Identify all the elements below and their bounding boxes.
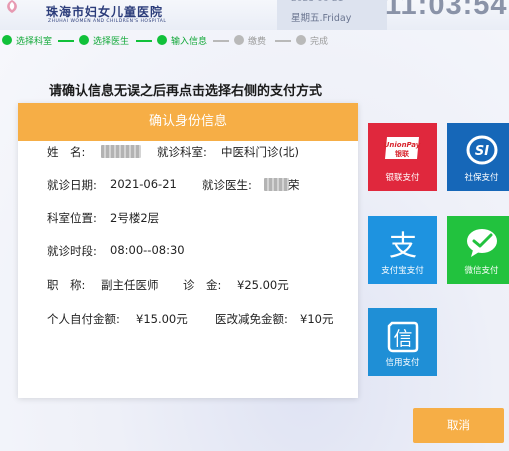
step-label: 选择科室	[16, 37, 53, 47]
patient-name-redacted	[101, 145, 141, 158]
hospital-name: 珠海市妇女儿童医院	[46, 5, 164, 19]
clock-time: 11:03:54	[385, 0, 508, 21]
alipay-icon: 支	[388, 229, 416, 260]
self-pay-label: 个人自付金额:	[47, 312, 120, 326]
time-value: 08:00--08:30	[110, 243, 185, 257]
hospital-name-en: ZHUHAI WOMEN AND CHILDREN'S HOSPITAL	[48, 19, 167, 24]
svg-text:支: 支	[388, 229, 416, 260]
svg-text:UnionPay: UnionPay	[383, 141, 420, 149]
date-label: 就诊日期:	[47, 178, 97, 192]
step-label: 输入信息	[171, 37, 208, 47]
step-label: 缴费	[248, 37, 267, 47]
name-label: 姓 名:	[47, 145, 86, 159]
wechat-pay-button[interactable]: 微信支付	[447, 216, 509, 284]
step-dot-icon	[79, 35, 89, 45]
step-dot-icon	[296, 35, 306, 45]
step-connector	[136, 40, 152, 42]
date-value: 2021-06-21	[110, 177, 177, 191]
time-label: 就诊时段:	[47, 244, 97, 258]
doctor-label: 就诊医生:	[202, 178, 252, 192]
credit-pay-button[interactable]: 信 信用支付	[368, 308, 437, 376]
credit-pay-icon: 信	[387, 321, 418, 353]
cancel-button[interactable]: 取消	[413, 408, 504, 443]
step-label: 选择医生	[93, 37, 130, 47]
dept-label: 就诊科室:	[157, 145, 207, 159]
hospital-logo-icon	[7, 0, 17, 13]
step-connector	[213, 40, 229, 42]
card-title: 确认身份信息	[18, 103, 358, 141]
alipay-label: 支付宝支付	[381, 266, 424, 276]
reduction-value: ¥10元	[300, 312, 334, 326]
location-value: 2号楼2层	[110, 211, 160, 225]
step-connector	[58, 40, 74, 42]
fee-value: ¥25.00元	[237, 278, 289, 292]
dept-value: 中医科门诊(北)	[221, 145, 299, 159]
header-bar: 珠海市妇女儿童医院 ZHUHAI WOMEN AND CHILDREN'S HO…	[0, 0, 509, 30]
unionpay-icon: UnionPay 银联	[383, 137, 420, 159]
doctor-title-label: 职 称:	[47, 278, 86, 292]
fee-label: 诊 金:	[183, 278, 222, 292]
wechat-pay-label: 微信支付	[464, 266, 499, 276]
weekday-text: 星期五.Friday	[291, 13, 352, 24]
doctor-name-redacted	[264, 178, 289, 191]
unionpay-button[interactable]: UnionPay 银联 银联支付	[368, 123, 437, 191]
doctor-title-value: 副主任医师	[101, 278, 159, 292]
social-insurance-label: 社保支付	[464, 173, 499, 183]
unionpay-label: 银联支付	[385, 173, 420, 183]
step-label: 完成	[310, 37, 329, 47]
confirm-info-card: 确认身份信息 姓 名: 就诊科室: 中医科门诊(北) 就诊日期: 2021-06…	[18, 103, 358, 398]
doctor-value: 荣	[288, 178, 300, 192]
instruction-text: 请确认信息无误之后再点击选择右侧的支付方式	[49, 84, 323, 99]
svg-text:银联: 银联	[395, 149, 410, 158]
alipay-button[interactable]: 支 支付宝支付	[368, 216, 437, 284]
step-dot-icon	[234, 35, 244, 45]
step-dot-icon	[157, 35, 167, 45]
social-insurance-button[interactable]: SI 社保支付	[447, 123, 509, 191]
credit-pay-label: 信用支付	[385, 358, 420, 368]
reduction-label: 医改减免金额:	[215, 312, 288, 326]
date-text: 2021-06-21	[291, 0, 343, 4]
svg-text:SI: SI	[474, 144, 488, 159]
svg-text:信: 信	[393, 328, 412, 350]
step-dot-icon	[2, 35, 12, 45]
social-insurance-icon: SI	[466, 135, 497, 165]
wechat-pay-icon	[466, 229, 497, 257]
step-connector	[275, 40, 291, 42]
location-label: 科室位置:	[47, 211, 97, 225]
self-pay-value: ¥15.00元	[136, 312, 188, 326]
